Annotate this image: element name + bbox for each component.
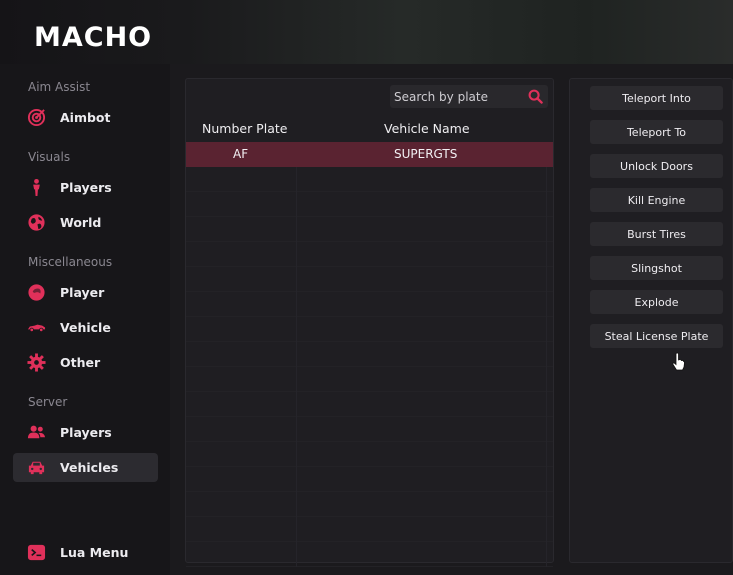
sidebar-item-vehicle[interactable]: Vehicle <box>13 313 158 342</box>
gear-icon <box>27 353 46 372</box>
app-logo: MACHO <box>34 22 153 53</box>
users-icon <box>27 423 46 442</box>
target-icon <box>27 108 46 127</box>
sidebar-item-player[interactable]: Player <box>13 278 158 307</box>
table-row[interactable]: AF SUPERGTS <box>186 142 553 167</box>
empty-table-row <box>186 192 553 217</box>
empty-table-row <box>186 217 553 242</box>
sidebar-item-world[interactable]: World <box>13 208 158 237</box>
sidebar-item-lua-menu[interactable]: Lua Menu <box>13 538 158 567</box>
section-label-visuals: Visuals <box>28 150 71 164</box>
empty-table-row <box>186 517 553 542</box>
plate-cell: AF <box>233 147 249 161</box>
teleport-into-button[interactable]: Teleport Into <box>590 86 723 110</box>
column-header-plate[interactable]: Number Plate <box>202 121 287 136</box>
sidebar-item-other[interactable]: Other <box>13 348 158 377</box>
sidebar-item-label: Vehicles <box>60 460 119 475</box>
terminal-icon <box>27 543 46 562</box>
search-icon[interactable] <box>528 89 543 104</box>
person-icon <box>27 178 46 197</box>
section-label-miscellaneous: Miscellaneous <box>28 255 113 269</box>
kill-engine-button[interactable]: Kill Engine <box>590 188 723 212</box>
sidebar-item-label: Players <box>60 180 112 195</box>
unlock-doors-button[interactable]: Unlock Doors <box>590 154 723 178</box>
empty-table-row <box>186 542 553 567</box>
sidebar-item-visuals-players[interactable]: Players <box>13 173 158 202</box>
empty-table-row <box>186 467 553 492</box>
empty-table-row <box>186 417 553 442</box>
player-head-icon <box>27 283 46 302</box>
explode-button[interactable]: Explode <box>590 290 723 314</box>
burst-tires-button[interactable]: Burst Tires <box>590 222 723 246</box>
empty-table-row <box>186 492 553 517</box>
teleport-to-button[interactable]: Teleport To <box>590 120 723 144</box>
vehicle-name-cell: SUPERGTS <box>394 147 458 161</box>
empty-table-row <box>186 292 553 317</box>
sidebar-item-label: Vehicle <box>60 320 111 335</box>
sidebar-item-label: World <box>60 215 102 230</box>
slingshot-button[interactable]: Slingshot <box>590 256 723 280</box>
sidebar-item-vehicles[interactable]: Vehicles <box>13 453 158 482</box>
empty-table-row <box>186 367 553 392</box>
globe-icon <box>27 213 46 232</box>
actions-panel <box>569 78 733 563</box>
empty-table-row <box>186 167 553 192</box>
empty-table-row <box>186 442 553 467</box>
section-label-server: Server <box>28 395 68 409</box>
empty-table-row <box>186 242 553 267</box>
car-icon <box>27 318 46 337</box>
empty-table-row <box>186 267 553 292</box>
car-front-icon <box>27 458 46 477</box>
sidebar-item-label: Lua Menu <box>60 545 129 560</box>
search-box <box>390 85 548 108</box>
sidebar-item-label: Aimbot <box>60 110 111 125</box>
empty-table-row <box>186 317 553 342</box>
sidebar-item-label: Players <box>60 425 112 440</box>
steal-license-plate-button[interactable]: Steal License Plate <box>590 324 723 348</box>
sidebar-item-label: Player <box>60 285 105 300</box>
top-bar: MACHO <box>0 0 733 64</box>
empty-table-row <box>186 342 553 367</box>
sidebar-item-aimbot[interactable]: Aimbot <box>13 103 158 132</box>
search-input[interactable] <box>390 85 524 108</box>
sidebar-item-server-players[interactable]: Players <box>13 418 158 447</box>
empty-table-row <box>186 392 553 417</box>
column-header-vehicle-name[interactable]: Vehicle Name <box>384 121 470 136</box>
hand-cursor-icon <box>672 352 685 371</box>
section-label-aim-assist: Aim Assist <box>28 80 91 94</box>
sidebar-item-label: Other <box>60 355 101 370</box>
